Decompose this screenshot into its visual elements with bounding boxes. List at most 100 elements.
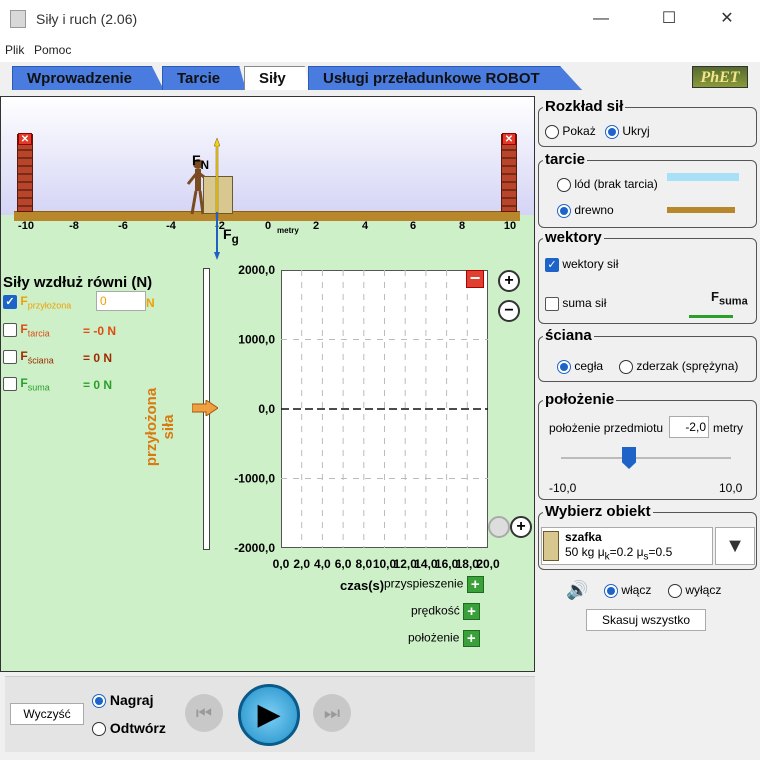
zoom-out-vertical-icon[interactable]: − [498,300,520,322]
friction-panel: tarcie lód (brak tarcia) drewno [538,151,757,228]
tick-label: -10 [18,220,34,232]
y-tick-label: 0,0 [258,402,275,416]
sum-force-checkbox[interactable] [3,376,17,391]
position-add-button[interactable]: + [462,630,480,647]
brick-option[interactable]: cegła [557,359,603,374]
position-row: położenie + [408,630,480,647]
x-tick-label: 2,0 [293,557,310,571]
menu-help[interactable]: Pomoc [34,43,71,57]
zoom-out-horizontal-icon[interactable] [488,516,510,538]
tab-forces[interactable]: Siły [244,66,310,90]
position-min: -10,0 [549,481,577,495]
tick-label: 4 [361,220,369,232]
show-option[interactable]: Pokaż [545,124,596,139]
position-panel: położenie położenie przedmiotu metry -10… [538,391,757,500]
object-name: szafka [565,530,602,544]
left-brick-wall [17,134,33,212]
zoom-in-horizontal-icon[interactable]: + [510,516,532,538]
applied-force-row: ✓ Fprzyłożona [3,294,71,312]
minimize-button[interactable]: — [578,0,624,38]
ice-swatch [667,173,739,181]
cabinet-thumbnail-icon [543,531,559,561]
y-tick-label: -2000,0 [234,541,275,555]
position-label: położenie [408,630,460,645]
tick-label: 2 [312,220,320,232]
position-slider-track[interactable] [561,457,731,459]
graph-minimize-button[interactable]: − [466,269,484,288]
position-input[interactable] [669,416,709,438]
reset-all-button[interactable]: Skasuj wszystko [586,609,706,631]
velocity-row: prędkość + [411,603,481,620]
object-panel: Wybierz obiekt szafka 50 kg μk=0.2 μs=0.… [538,503,757,570]
wood-option[interactable]: drewno [557,203,614,218]
speaker-icon: 🔊 [566,580,589,600]
maximize-button[interactable]: ☐ [646,0,692,38]
friction-force-value: = -0 N [83,324,117,338]
phet-logo[interactable]: PhET [692,66,748,88]
y-tick-label: 2000,0 [238,263,275,277]
applied-force-symbol: F [20,294,28,308]
hide-option[interactable]: Ukryj [605,124,650,139]
play-button[interactable]: ▶ [238,684,300,746]
wall-force-sub: ściana [27,355,54,366]
meters-unit-label: metry [277,226,299,235]
position-unit: metry [713,421,743,435]
wall-force-value: = 0 N [83,351,113,365]
distribution-title: Rozkład sił [543,98,626,115]
tick-label: -4 [166,220,176,232]
position-slider-knob[interactable] [622,447,636,469]
friction-force-symbol: F [20,322,28,336]
tab-robot[interactable]: Usługi przeładunkowe ROBOT [308,66,582,90]
applied-force-axis-label: przyłożona siła [143,387,177,467]
playback-radio[interactable] [92,722,106,737]
applied-force-slider-knob[interactable] [192,400,218,416]
tab-friction[interactable]: Tarcie [162,66,246,90]
wall-force-checkbox[interactable] [3,349,17,364]
left-wall-close-icon[interactable]: ✕ [18,133,32,145]
friction-force-checkbox[interactable] [3,322,17,337]
record-option[interactable]: Nagraj [92,692,153,709]
x-tick-label: 8,0 [355,557,372,571]
friction-title: tarcie [543,151,588,168]
position-max: 10,0 [719,481,743,495]
applied-force-checkbox[interactable]: ✓ [3,294,17,309]
wall-force-symbol: F [20,349,28,363]
position-label: położenie przedmiotu [549,421,664,435]
tick-label: 10 [503,220,517,232]
force-vectors-option[interactable]: ✓ wektory sił [545,257,618,272]
close-button[interactable]: ✕ [704,0,750,38]
rewind-button[interactable]: ⏮ [185,694,223,732]
sum-force-sub: suma [27,382,50,393]
right-wall-close-icon[interactable]: ✕ [502,133,516,145]
clear-button[interactable]: Wyczyść [10,703,84,725]
dropdown-chevron-icon[interactable]: ▼ [715,527,755,565]
java-app-icon [10,10,26,28]
position-title: położenie [543,391,617,408]
velocity-add-button[interactable]: + [463,603,481,620]
friction-force-row: Ftarcia [3,322,50,340]
sound-on-option[interactable]: włącz [604,583,651,598]
tab-intro[interactable]: Wprowadzenie [12,66,164,90]
menu-bar [0,38,760,62]
acceleration-add-button[interactable]: + [466,576,484,593]
step-button[interactable]: ⏭ [313,694,351,732]
sum-option[interactable]: suma sił [545,296,606,311]
tick-label: -6 [118,220,128,232]
x-tick-label: 0,0 [273,557,290,571]
ice-option[interactable]: lód (brak tarcia) [557,177,658,192]
window-title: Siły i ruch (2.06) [36,11,138,27]
wall-panel: ściana cegła zderzak (sprężyna) [538,327,757,382]
sound-off-option[interactable]: wyłącz [668,583,721,598]
record-radio[interactable] [92,694,106,709]
sum-force-value: = 0 N [83,378,113,392]
applied-force-input[interactable] [96,291,146,311]
object-desc: 50 kg μk=0.2 μs=0.5 [565,545,673,563]
gravity-force-label: Fg [223,226,239,246]
wall-title: ściana [543,327,594,344]
playback-option[interactable]: Odtwórz [92,720,166,737]
bumper-option[interactable]: zderzak (sprężyna) [619,359,738,374]
sky [1,97,534,215]
zoom-in-vertical-icon[interactable]: + [498,270,520,292]
menu-file[interactable]: Plik [5,43,24,57]
sum-force-symbol: F [20,376,28,390]
